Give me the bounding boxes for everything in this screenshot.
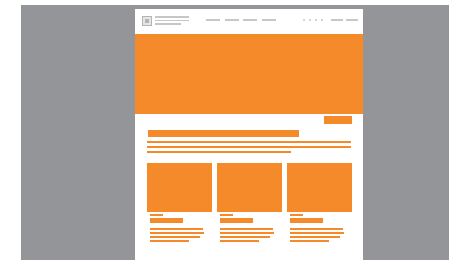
card-text-line [220, 232, 274, 234]
header-link-2[interactable] [346, 19, 358, 21]
nav-link-1[interactable] [206, 19, 220, 21]
social-dot-icon[interactable] [321, 19, 323, 21]
card-image-1[interactable] [147, 163, 212, 212]
nav-link-2[interactable] [225, 19, 239, 21]
card-label-3 [290, 214, 303, 216]
card-text-line [290, 236, 340, 238]
nav-link-4[interactable] [262, 19, 276, 21]
intro-text-line [147, 151, 291, 153]
site-header [135, 9, 363, 33]
card-text-line [220, 236, 270, 238]
card-text-line [290, 240, 329, 242]
intro-text-line [147, 146, 351, 148]
card-title-3[interactable] [290, 218, 323, 223]
card-text-line [150, 232, 204, 234]
card-text-line [150, 228, 203, 230]
card-image-3[interactable] [287, 163, 352, 212]
card-title-2[interactable] [220, 218, 253, 223]
social-dot-icon[interactable] [315, 19, 317, 21]
cta-button[interactable] [324, 116, 352, 124]
card-label-1 [150, 214, 163, 216]
intro-text-line [147, 141, 351, 143]
section-heading [148, 130, 299, 137]
card-text-line [220, 240, 259, 242]
card-text-line [150, 236, 200, 238]
social-dot-icon[interactable] [309, 19, 311, 21]
card-label-2 [220, 214, 233, 216]
card-title-1[interactable] [150, 218, 183, 223]
card-text-line [290, 232, 344, 234]
card-image-2[interactable] [217, 163, 282, 212]
social-dot-icon[interactable] [303, 19, 305, 21]
card-text-line [290, 228, 343, 230]
card-text-line [150, 240, 189, 242]
nav-link-3[interactable] [243, 19, 257, 21]
website-mockup [135, 9, 363, 260]
logo-wordmark[interactable] [155, 16, 189, 27]
card-text-line [220, 228, 273, 230]
header-link-1[interactable] [331, 19, 343, 21]
logo-mark-icon[interactable] [142, 16, 152, 26]
hero-banner [135, 34, 363, 114]
